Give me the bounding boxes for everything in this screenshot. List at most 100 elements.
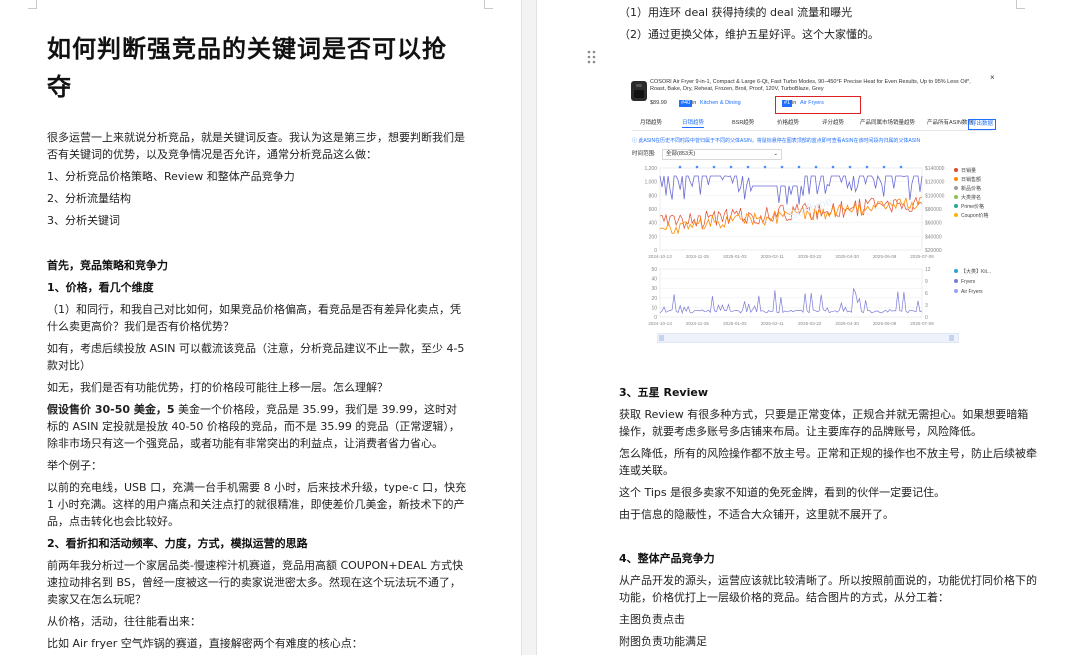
heading-competitiveness[interactable]: 4、整体产品竞争力 xyxy=(619,550,715,567)
page-corner-mark xyxy=(28,0,37,9)
tab-divider xyxy=(632,130,992,131)
tab-rating[interactable]: 评分趋势 xyxy=(822,120,844,127)
document-title[interactable]: 如何判断强竞品的关键词是否可以抢夺 xyxy=(47,30,467,106)
list-item-3[interactable]: 3、分析关键词 xyxy=(47,212,120,229)
y-tick-label: 600 xyxy=(649,207,658,213)
drag-handle-icon[interactable] xyxy=(587,50,597,64)
x-tick-label: 2024-11-25 xyxy=(686,254,710,259)
x-tick-label-sub: 2025-03-22 xyxy=(798,321,822,326)
y-tick-label-sub: 50 xyxy=(651,267,657,273)
tab-monthly[interactable]: 月销趋势 xyxy=(640,120,662,127)
paragraph-example-price[interactable]: 假设售价 30-50 美金，5 美金一个价格段，竞品是 35.99，我们是 39… xyxy=(47,401,467,452)
x-tick-label-sub: 2025-01-03 xyxy=(723,321,747,326)
y-tick-label-sub: 20 xyxy=(651,296,657,302)
paragraph-compare[interactable]: （1）和同行，和我自己对比如何，如果竞品价格偏高，看竞品是否有差异化卖点，凭什么… xyxy=(47,301,467,335)
paragraph-review-methods[interactable]: 获取 Review 有很多种方式，只要是正常变体，正规合并就无需担心。如果想要暗… xyxy=(619,406,1039,440)
paragraph-reduce-risk[interactable]: 怎么降低，所有的风险操作都不放主号。正常和正规的操作也不放主号，防止后续被牵连或… xyxy=(619,445,1039,479)
tab-daily[interactable]: 日销趋势 xyxy=(682,120,705,128)
paragraph-product-dev[interactable]: 从产品开发的源头，运营应该就比较清晰了。所以按照前面说的，功能优打同价格下的功能… xyxy=(619,572,1039,606)
paragraph-if-no[interactable]: 如无，我们是否有功能优势，打的价格段可能往上移一层。怎么理解？ xyxy=(47,379,388,396)
x-tick-label-sub: 2024-11-25 xyxy=(686,321,710,326)
category-link-main[interactable]: Kitchen & Dining xyxy=(700,100,741,107)
tab-bsr[interactable]: BSR趋势 xyxy=(732,120,754,127)
y-tick-label-sub: 10 xyxy=(651,305,657,311)
tab-price[interactable]: 价格趋势 xyxy=(777,120,799,127)
x-tick-label-sub: 2024-10-13 xyxy=(648,321,672,326)
heading-deals[interactable]: 2、看折扣和活动频率、力度，方式，模拟运营的思路 xyxy=(47,535,308,552)
x-tick-label-sub: 2025-04-30 xyxy=(835,321,859,326)
export-button[interactable]: 导出数据 xyxy=(968,119,997,130)
parent-asin-marker xyxy=(695,165,699,169)
y2-tick-label-sub: 9 xyxy=(925,279,928,285)
list-item-2[interactable]: 2、分析流量结构 xyxy=(47,190,131,207)
slider-handle-left[interactable] xyxy=(659,335,664,341)
legend-swatch xyxy=(954,186,958,190)
time-range-label: 时间范围: xyxy=(632,151,656,157)
y2-tick-label: $140000 xyxy=(925,166,945,172)
legend-label: 日销售额 xyxy=(961,176,981,183)
tab-market[interactable]: 产品同属市场销量趋势 xyxy=(860,120,915,127)
legend-label: Prime价格 xyxy=(961,203,984,210)
y-tick-label-sub: 40 xyxy=(651,277,657,283)
sales-trend-chart: 1,2001,0008006004002000$140000$120000$10… xyxy=(644,165,989,259)
x-tick-label-sub: 2025-06-08 xyxy=(873,321,897,326)
plot-area-sub xyxy=(659,268,923,318)
legend-label-sub: Air Fryers xyxy=(961,289,983,295)
paragraph-hidden[interactable]: 由于信息的隐蔽性，不适合大众铺开，这里就不展开了。 xyxy=(619,506,894,523)
paragraph-if-yes[interactable]: 如有，考虑后续投放 ASIN 可以截流该竞品（注意，分析竞品建议不止一款，至少 … xyxy=(47,340,467,374)
parent-asin-marker xyxy=(729,165,733,169)
paragraph-parent-swap[interactable]: （2）通过更换父体，维护五星好评。这个大家懂的。 xyxy=(619,26,879,43)
page-corner-mark xyxy=(484,0,493,9)
paragraph-tips[interactable]: 这个 Tips 是很多卖家不知道的免死金牌，看到的伙伴一定要记住。 xyxy=(619,484,945,501)
intro-paragraph[interactable]: 很多运营一上来就说分析竞品，就是关键词反查。我认为这是第三步，想要判断我们是否有… xyxy=(47,129,465,163)
heading-price[interactable]: 1、价格，看几个维度 xyxy=(47,279,154,296)
heading-strategy[interactable]: 首先，竞品策略和竞争力 xyxy=(47,257,168,274)
parent-asin-marker xyxy=(763,165,767,169)
x-tick-label-sub: 2025-07-08 xyxy=(910,321,934,326)
heading-five-star[interactable]: 3、五星 Review xyxy=(619,384,708,401)
legend-swatch-sub xyxy=(954,289,958,293)
legend-swatch-sub xyxy=(954,269,958,273)
product-price: $89.99 xyxy=(650,100,667,106)
parent-asin-marker xyxy=(899,165,903,169)
legend-label-sub: Fryers xyxy=(961,279,976,285)
parent-asin-notice: ⓘ 此ASIN在历史不同时段中曾归属于不同的父体ASIN，将鼠标悬停在图表顶部的… xyxy=(632,138,921,144)
parent-asin-marker xyxy=(797,165,801,169)
time-range-value: 全部(853天) xyxy=(666,151,696,157)
parent-asin-marker xyxy=(746,165,750,169)
paragraph-charger[interactable]: 以前的充电线，USB 口，充满一台手机需要 8 小时，后来技术升级，type-c… xyxy=(47,479,467,530)
x-tick-label: 2025-07-08 xyxy=(910,254,934,259)
close-icon[interactable]: × xyxy=(990,74,995,82)
parent-asin-marker xyxy=(848,165,852,169)
y2-tick-label: $100000 xyxy=(925,193,945,199)
rank-in-label: in xyxy=(692,100,697,106)
y-tick-label: 400 xyxy=(649,221,658,227)
legend-swatch xyxy=(954,204,958,208)
y2-tick-label: $80000 xyxy=(925,207,942,213)
legend-swatch-sub xyxy=(954,279,958,283)
time-range-slider[interactable] xyxy=(657,333,959,343)
document-page-right: （1）用连环 deal 获得持续的 deal 流量和曝光 （2）通过更换父体，维… xyxy=(536,0,1080,655)
paragraph-airfryer[interactable]: 比如 Air fryer 空气炸锅的赛道，直接解密两个有难度的核心点： xyxy=(47,635,363,652)
x-tick-label: 2025-02-11 xyxy=(761,254,785,259)
y-tick-label-sub: 30 xyxy=(651,286,657,292)
list-item-1[interactable]: 1、分析竞品价格策略、Review 和整体产品竞争力 xyxy=(47,168,295,185)
paragraph-deal-chain[interactable]: （1）用连环 deal 获得持续的 deal 流量和曝光 xyxy=(619,4,852,21)
y-tick-label: 800 xyxy=(649,193,658,199)
slider-handle-right[interactable] xyxy=(949,335,954,341)
parent-asin-marker xyxy=(678,165,682,169)
rank-badge-main: #40 xyxy=(679,100,693,107)
legend-label: 日销量 xyxy=(961,167,976,174)
tab-all-asin[interactable]: 产品所有ASIN数据 xyxy=(927,120,973,127)
time-range-select[interactable]: 全部(853天) ⌄ xyxy=(662,149,782,160)
paragraph-sub-images[interactable]: 附图负责功能满足 xyxy=(619,633,707,650)
rank-in-label-sub: in xyxy=(792,100,797,106)
legend-label: Coupon价格 xyxy=(961,212,989,219)
x-tick-label: 2024-10-13 xyxy=(648,254,672,259)
category-link-sub[interactable]: Air Fryers xyxy=(800,100,824,107)
paragraph-observe[interactable]: 从价格，活动，往往能看出来： xyxy=(47,613,201,630)
paragraph-main-image[interactable]: 主图负责点击 xyxy=(619,611,685,628)
paragraph-for-example[interactable]: 举个例子： xyxy=(47,457,102,474)
paragraph-juicer[interactable]: 前两年我分析过一个家居品类-慢速榨汁机赛道，竞品用高额 COUPON+DEAL … xyxy=(47,557,467,608)
legend-swatch xyxy=(954,177,958,181)
